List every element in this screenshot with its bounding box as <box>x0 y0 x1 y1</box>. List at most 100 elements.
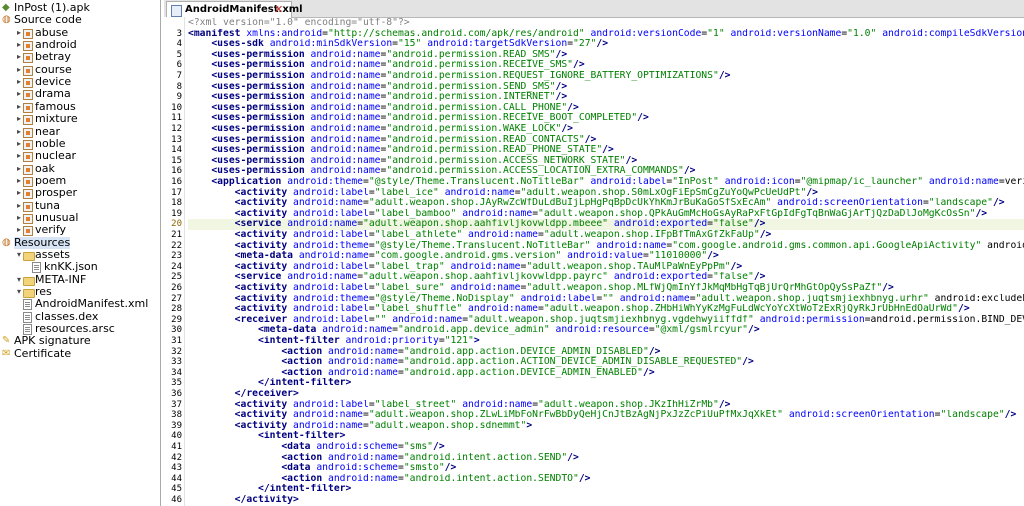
expand-arrow-icon[interactable]: ▸ <box>15 65 23 75</box>
tree-item[interactable]: ✎ APK signature <box>0 335 160 347</box>
code-line[interactable]: <action android:name="android.app.action… <box>188 368 1024 379</box>
code-line[interactable]: <uses-sdk android:minSdkVersion="15" and… <box>188 39 1024 50</box>
close-tab-icon[interactable]: ✕ <box>274 3 283 17</box>
code-line[interactable]: </activity> <box>188 495 1024 506</box>
tree-item[interactable]: ▾ assets <box>0 249 160 261</box>
tree-item[interactable]: ▸ abuse <box>0 25 160 39</box>
code-line[interactable]: <receiver android:label="" android:name=… <box>188 315 1024 326</box>
code-line[interactable]: <action android:name="android.intent.act… <box>188 474 1024 485</box>
code-line[interactable]: <uses-permission android:name="android.p… <box>188 135 1024 146</box>
tree-item[interactable]: ▸ oak <box>0 162 160 175</box>
code-line[interactable]: </receiver> <box>188 389 1024 400</box>
code-line[interactable]: <uses-permission android:name="android.p… <box>188 166 1024 177</box>
code-line[interactable]: <activity android:theme="@style/Theme.No… <box>188 294 1024 305</box>
code-line[interactable]: </intent-filter> <box>188 484 1024 495</box>
code-line[interactable]: <activity android:name="adult.weapon.sho… <box>188 410 1024 421</box>
project-tree-panel[interactable]: ◆ InPost (1).apk ◍ Source code ▸ abuse ▸ androi… <box>0 0 161 506</box>
tree-item[interactable]: ▸ famous <box>0 100 160 113</box>
code-line[interactable]: <activity android:theme="@style/Theme.Tr… <box>188 241 1024 252</box>
expand-arrow-icon[interactable]: ▸ <box>15 151 23 161</box>
code-line[interactable]: <activity android:name="adult.weapon.sho… <box>188 198 1024 209</box>
expand-arrow-icon[interactable]: ▸ <box>15 89 23 99</box>
tree-item[interactable]: ▸ tuna <box>0 199 160 212</box>
code-line[interactable]: <?xml version="1.0" encoding="utf-8"?> <box>188 18 1024 29</box>
tree-item[interactable]: ▾ META-INF <box>0 273 160 286</box>
tree-item[interactable]: ▸ poem <box>0 174 160 187</box>
expand-arrow-icon[interactable]: ▸ <box>15 176 23 186</box>
code-line[interactable]: <data android:scheme="smsto"/> <box>188 463 1024 474</box>
expand-arrow-icon[interactable]: ▸ <box>15 77 23 87</box>
tree-item[interactable]: ▸ course <box>0 63 160 76</box>
expand-arrow-icon[interactable]: ▸ <box>15 127 23 137</box>
tree-item[interactable]: ▾ res <box>0 286 160 299</box>
expand-arrow-icon[interactable]: ▸ <box>15 164 23 174</box>
code-line[interactable]: <activity android:name="adult.weapon.sho… <box>188 421 1024 432</box>
code-line[interactable]: <service android:name="adult.weapon.shop… <box>188 272 1024 283</box>
expand-arrow-icon[interactable]: ▸ <box>15 225 23 235</box>
collapse-arrow-icon[interactable]: ▾ <box>15 287 23 297</box>
tree-item[interactable]: ▸ unusual <box>0 211 160 224</box>
expand-arrow-icon[interactable]: ▸ <box>15 188 23 198</box>
tab-android-manifest[interactable]: AndroidManifest.xml ✕ <box>166 1 303 18</box>
code-line[interactable]: <uses-permission android:name="android.p… <box>188 145 1024 156</box>
code-line[interactable]: <uses-permission android:name="android.p… <box>188 103 1024 114</box>
code-line[interactable]: <uses-permission android:name="android.p… <box>188 156 1024 167</box>
code-line[interactable]: <activity android:label="label_sure" and… <box>188 283 1024 294</box>
code-line[interactable]: <uses-permission android:name="android.p… <box>188 82 1024 93</box>
code-view[interactable]: 3 4 5 6 7 8 9 10 11 12 13 14 15 16 16 17 18 19 20 21 22 23 24 2… <box>164 17 1024 506</box>
tree-item[interactable]: ▸ nuclear <box>0 150 160 163</box>
code-line[interactable]: <uses-permission android:name="android.p… <box>188 50 1024 61</box>
code-line[interactable]: <activity android:label="label_trap" and… <box>188 262 1024 273</box>
code-line[interactable]: <intent-filter> <box>188 431 1024 442</box>
code-line[interactable]: <uses-permission android:name="android.p… <box>188 71 1024 82</box>
tree-item[interactable]: knKK.json <box>0 261 160 274</box>
code-line[interactable]: <uses-permission android:name="android.p… <box>188 113 1024 124</box>
collapse-arrow-icon[interactable]: ▾ <box>15 250 23 260</box>
expand-arrow-icon[interactable]: ▸ <box>15 52 23 62</box>
tree-item[interactable]: ▸ device <box>0 76 160 89</box>
code-line[interactable]: <activity android:label="label_athlete" … <box>188 230 1024 241</box>
tree-item[interactable]: resources.arsc <box>0 323 160 336</box>
code-line[interactable]: <activity android:label="label_ice" andr… <box>188 188 1024 199</box>
tree-item[interactable]: ▸ prosper <box>0 187 160 200</box>
tree-item[interactable]: ✉ Certificate <box>0 347 160 360</box>
code-line[interactable]: <activity android:label="label_bamboo" a… <box>188 209 1024 220</box>
tree-item-label: abuse <box>35 25 69 39</box>
code-line[interactable]: <action android:name="android.app.action… <box>188 357 1024 368</box>
code-line[interactable]: <action android:name="android.app.action… <box>188 347 1024 358</box>
tree-item[interactable]: ◍ Source code <box>0 14 160 26</box>
code-line[interactable]: <application android:theme="@style/Theme… <box>188 177 1024 188</box>
tree-item[interactable]: ▸ drama <box>0 88 160 101</box>
code-line[interactable]: <manifest xmlns:android="http://schemas.… <box>188 29 1024 40</box>
code-line[interactable]: <service android:name="adult.weapon.shop… <box>188 219 1024 230</box>
tree-item[interactable]: ◍ Resources <box>0 236 160 249</box>
expand-arrow-icon[interactable]: ▸ <box>15 40 23 50</box>
tree-item[interactable]: ▸ betray <box>0 51 160 64</box>
tree-item[interactable]: ▸ mixture <box>0 113 160 126</box>
tree-item[interactable]: ◆ InPost (1).apk <box>0 2 160 14</box>
code-line[interactable]: <uses-permission android:name="android.p… <box>188 92 1024 103</box>
code-line[interactable]: </intent-filter> <box>188 378 1024 389</box>
code-line[interactable]: <action android:name="android.intent.act… <box>188 453 1024 464</box>
expand-arrow-icon[interactable]: ▸ <box>15 102 23 112</box>
code-line[interactable]: <activity android:label="label_street" a… <box>188 400 1024 411</box>
expand-arrow-icon[interactable]: ▸ <box>15 201 23 211</box>
expand-arrow-icon[interactable]: ▸ <box>15 139 23 149</box>
code-line[interactable]: <intent-filter android:priority="121"> <box>188 336 1024 347</box>
tree-item[interactable]: AndroidManifest.xml <box>0 298 160 311</box>
tree-item[interactable]: ▸ noble <box>0 137 160 150</box>
tree-item[interactable]: ▸ near <box>0 125 160 138</box>
expand-arrow-icon[interactable]: ▸ <box>15 28 23 38</box>
code-line[interactable]: <meta-data android:name="android.app.dev… <box>188 325 1024 336</box>
tree-item[interactable]: ▸ verify <box>0 224 160 237</box>
code-line[interactable]: <activity android:label="label_shuffle" … <box>188 304 1024 315</box>
code-line[interactable]: <uses-permission android:name="android.p… <box>188 124 1024 135</box>
expand-arrow-icon[interactable]: ▸ <box>15 213 23 223</box>
code-line[interactable]: <uses-permission android:name="android.p… <box>188 60 1024 71</box>
code-line[interactable]: <data android:scheme="sms"/> <box>188 442 1024 453</box>
collapse-arrow-icon[interactable]: ▾ <box>15 275 23 285</box>
expand-arrow-icon[interactable]: ▸ <box>15 114 23 124</box>
tree-item[interactable]: ▸ android <box>0 39 160 52</box>
code-line[interactable]: <meta-data android:name="com.google.andr… <box>188 251 1024 262</box>
tree-item[interactable]: classes.dex <box>0 310 160 323</box>
